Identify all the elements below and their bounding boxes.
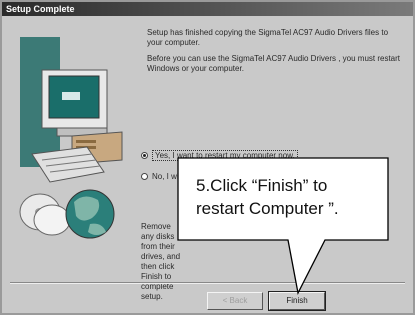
callout-text: 5.Click “Finish” to restart Computer ”. [196, 174, 376, 220]
callout-line-1: 5.Click “Finish” to [196, 176, 328, 195]
callout-line-2: restart Computer ”. [196, 199, 339, 218]
callout-bubble [177, 157, 389, 295]
